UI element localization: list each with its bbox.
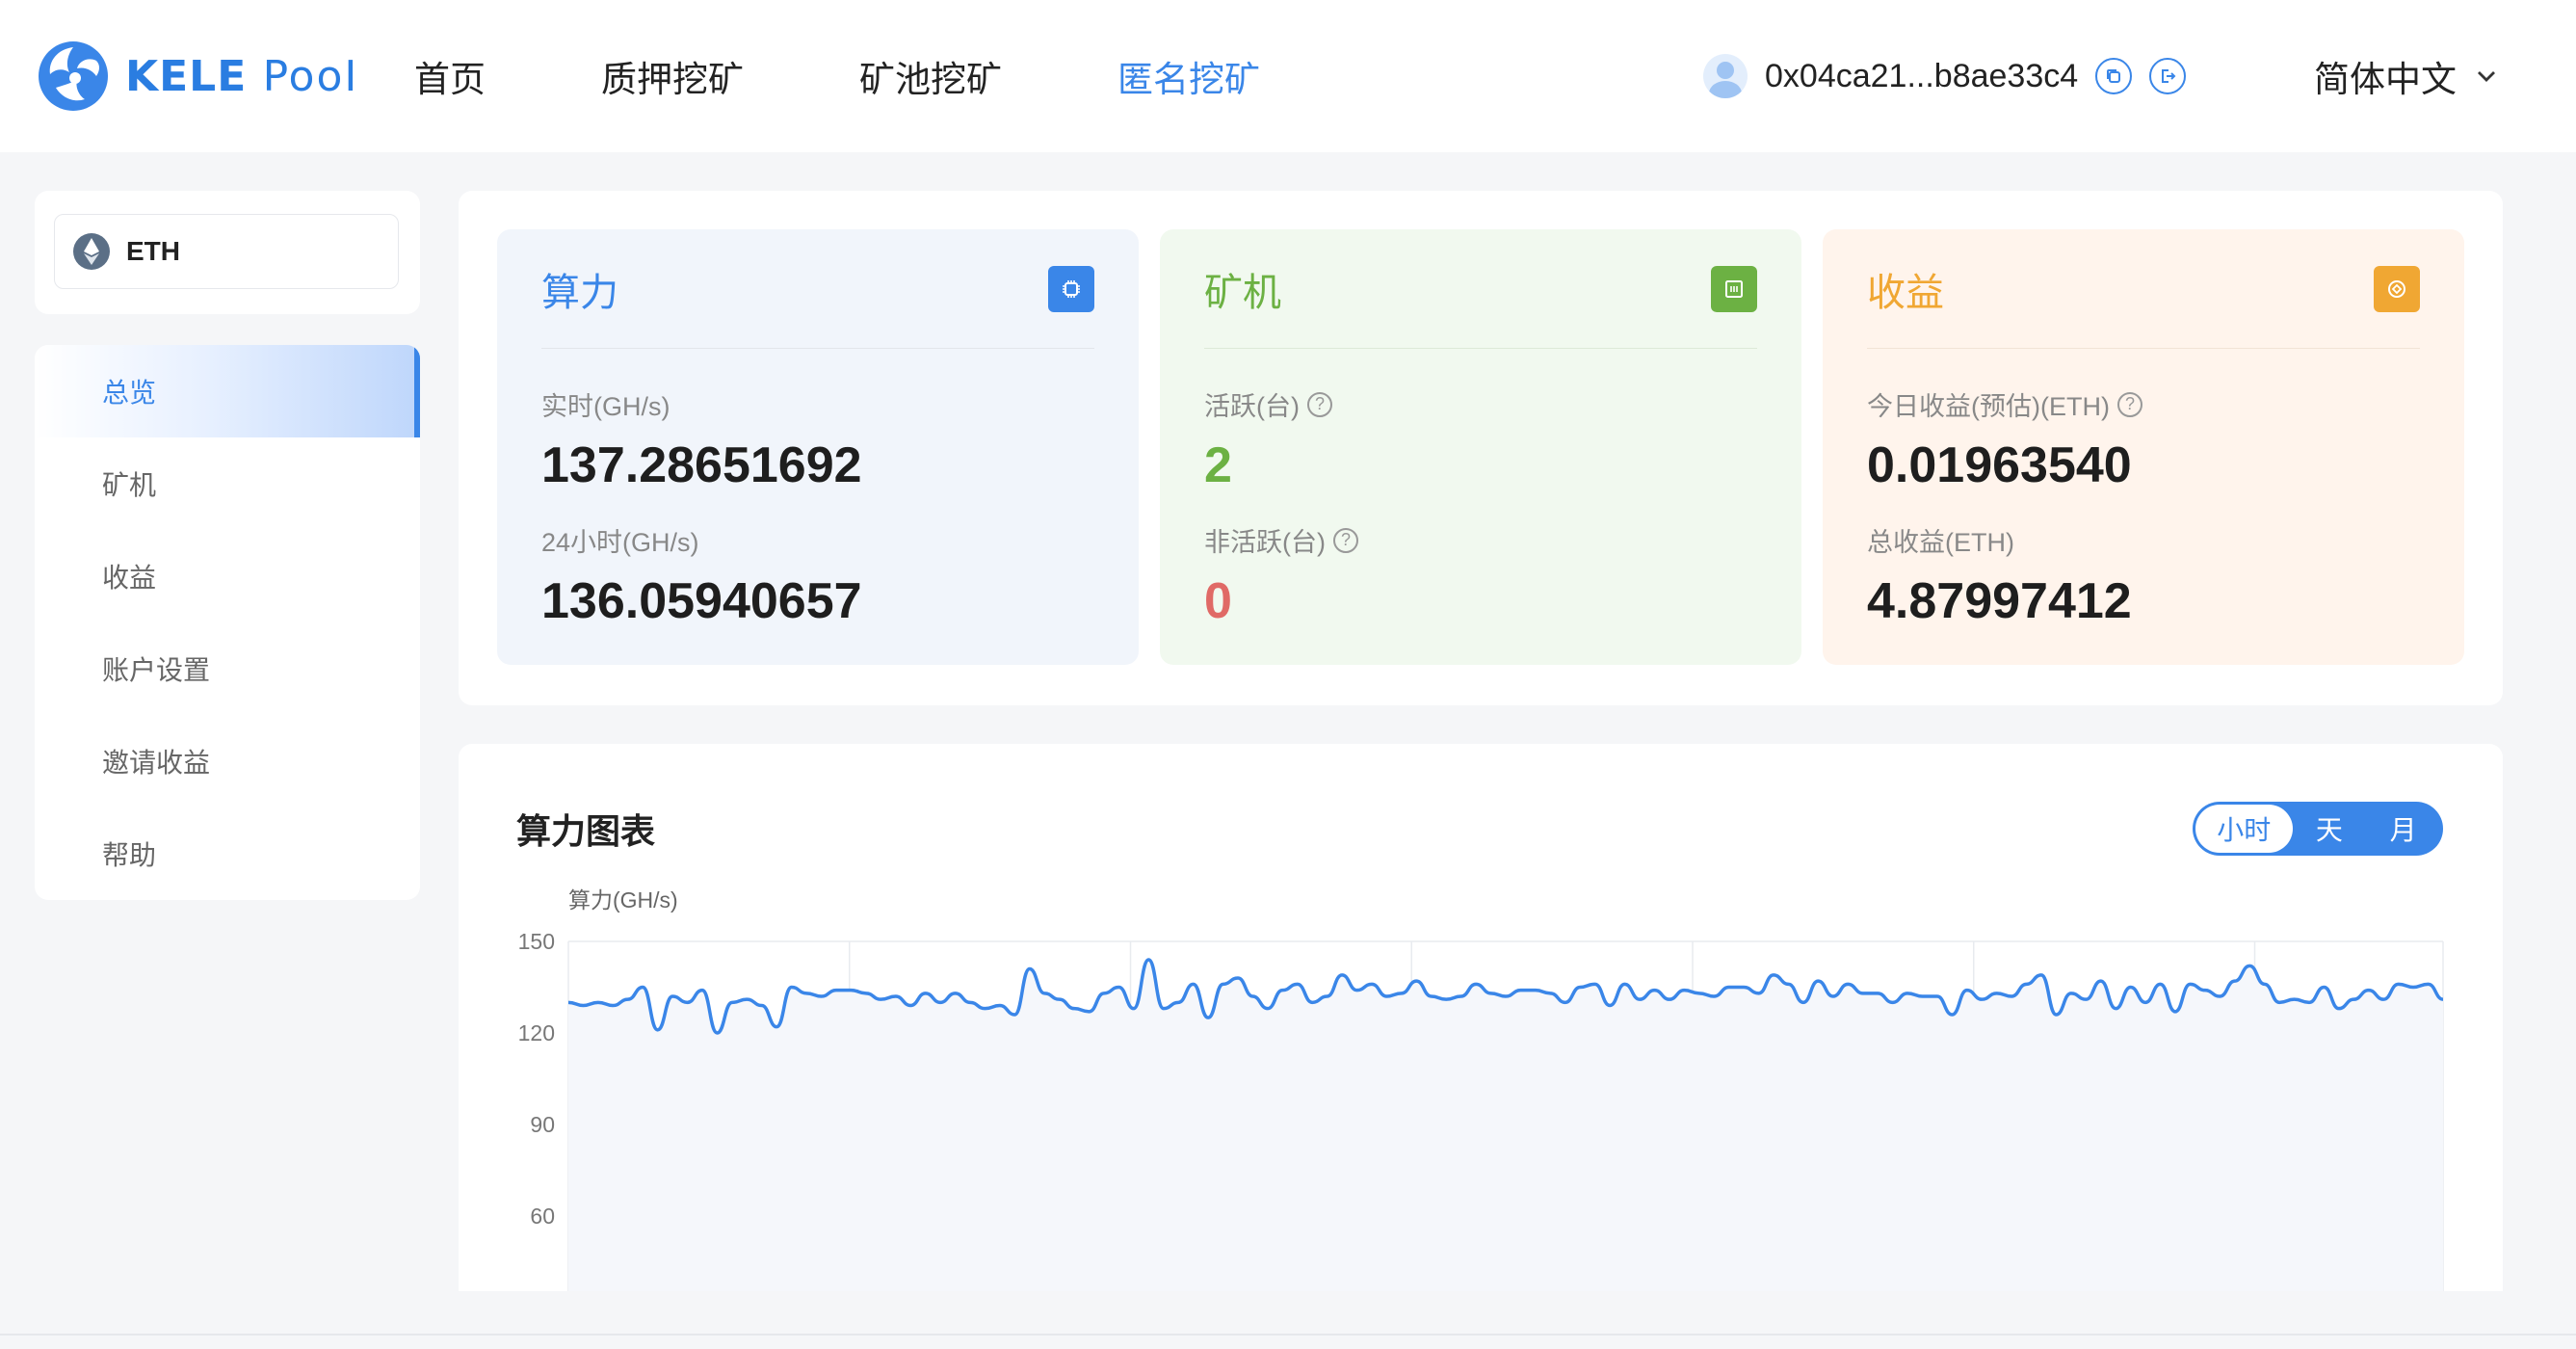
help-icon[interactable]: ? [1306, 391, 1332, 417]
series-area [568, 960, 2443, 1291]
logo-mark-icon [39, 41, 108, 111]
language-selector[interactable]: 简体中文 [2314, 48, 2499, 104]
today-earnings-value: 0.01963540 [1867, 437, 2132, 493]
y-tick-label: 150 [518, 929, 555, 954]
logout-icon[interactable] [2149, 58, 2187, 94]
sidebar-item-invite-earnings[interactable]: 邀请收益 [35, 715, 420, 807]
realtime-hashrate-label: 实时(GH/s) [541, 392, 670, 421]
hashrate-card-title: 算力 [541, 271, 618, 314]
earnings-card: 收益 今日收益(预估)(ETH)? 0.01963540 总收益(ETH) 4.… [1823, 229, 2464, 665]
copy-icon[interactable] [2095, 58, 2133, 94]
earnings-card-title: 收益 [1867, 271, 1944, 314]
hashrate-line-chart: 算力(GH/s) 150 120 90 60 [518, 887, 2444, 1291]
sidebar-menu: 总览 矿机 收益 账户设置 邀请收益 帮助 [35, 345, 420, 900]
total-earnings-label: 总收益(ETH) [1867, 528, 2014, 557]
help-icon[interactable]: ? [2116, 391, 2142, 417]
stats-panel: 算力 实时(GH/s) 137.28651692 24小时(GH/s) 136.… [459, 191, 2503, 705]
top-header: KELE PooI 首页 质押挖矿 矿池挖矿 匿名挖矿 0x04ca21...b… [0, 0, 2576, 152]
hashrate-chart-panel: 算力图表 小时 天 月 算力(GH/s) 150 120 90 60 [459, 744, 2503, 1291]
language-label: 简体中文 [2314, 60, 2457, 99]
coin-label: ETH [126, 236, 180, 266]
realtime-hashrate-value: 137.28651692 [541, 437, 862, 493]
sidebar-item-miners[interactable]: 矿机 [35, 437, 420, 530]
coin-icon [2374, 265, 2420, 312]
inactive-miners-value: 0 [1204, 573, 1232, 629]
today-earnings-label: 今日收益(预估)(ETH)? [1867, 385, 2420, 423]
chip-icon [1048, 265, 1094, 312]
coin-selector-panel: ETH [35, 191, 420, 314]
wallet-address: 0x04ca21...b8ae33c4 [1765, 57, 2079, 94]
chevron-down-icon [2478, 71, 2495, 82]
nav-item-anonymous-mining[interactable]: 匿名挖矿 [1117, 50, 1260, 102]
page-divider [0, 1334, 2576, 1336]
coin-select[interactable]: ETH [54, 214, 399, 289]
logo[interactable]: KELE PooI [37, 39, 358, 114]
active-miners-value: 2 [1204, 437, 1232, 493]
main-nav: 首页 质押挖矿 矿池挖矿 匿名挖矿 [414, 0, 1376, 152]
inactive-miners-label: 非活跃(台)? [1204, 521, 1757, 559]
nav-item-pool-mining[interactable]: 矿池挖矿 [859, 50, 1002, 102]
account-info: 0x04ca21...b8ae33c4 [1703, 48, 2187, 104]
hashrate-24h-label: 24小时(GH/s) [541, 528, 699, 557]
y-tick-label: 120 [518, 1020, 555, 1045]
sidebar-item-help[interactable]: 帮助 [35, 807, 420, 900]
miner-device-icon [1711, 265, 1757, 312]
y-tick-label: 60 [530, 1204, 555, 1229]
y-axis-label: 算力(GH/s) [568, 887, 678, 913]
y-tick-label: 90 [530, 1112, 555, 1137]
logo-text: KELE PooI [125, 51, 359, 101]
sidebar-item-account-settings[interactable]: 账户设置 [35, 622, 420, 715]
sidebar-item-earnings[interactable]: 收益 [35, 530, 420, 622]
miners-card-title: 矿机 [1204, 271, 1281, 314]
active-miners-label: 活跃(台)? [1204, 385, 1757, 423]
hashrate-card: 算力 实时(GH/s) 137.28651692 24小时(GH/s) 136.… [497, 229, 1139, 665]
avatar [1703, 54, 1748, 98]
hashrate-24h-value: 136.05940657 [541, 573, 862, 629]
nav-item-home[interactable]: 首页 [414, 50, 486, 102]
sidebar-item-overview[interactable]: 总览 [35, 345, 420, 437]
total-earnings-value: 4.87997412 [1867, 573, 2132, 629]
eth-icon [73, 233, 110, 270]
miners-card: 矿机 活跃(台)? 2 非活跃(台)? 0 [1160, 229, 1801, 665]
help-icon[interactable]: ? [1332, 527, 1358, 553]
nav-item-staking[interactable]: 质押挖矿 [601, 50, 744, 102]
